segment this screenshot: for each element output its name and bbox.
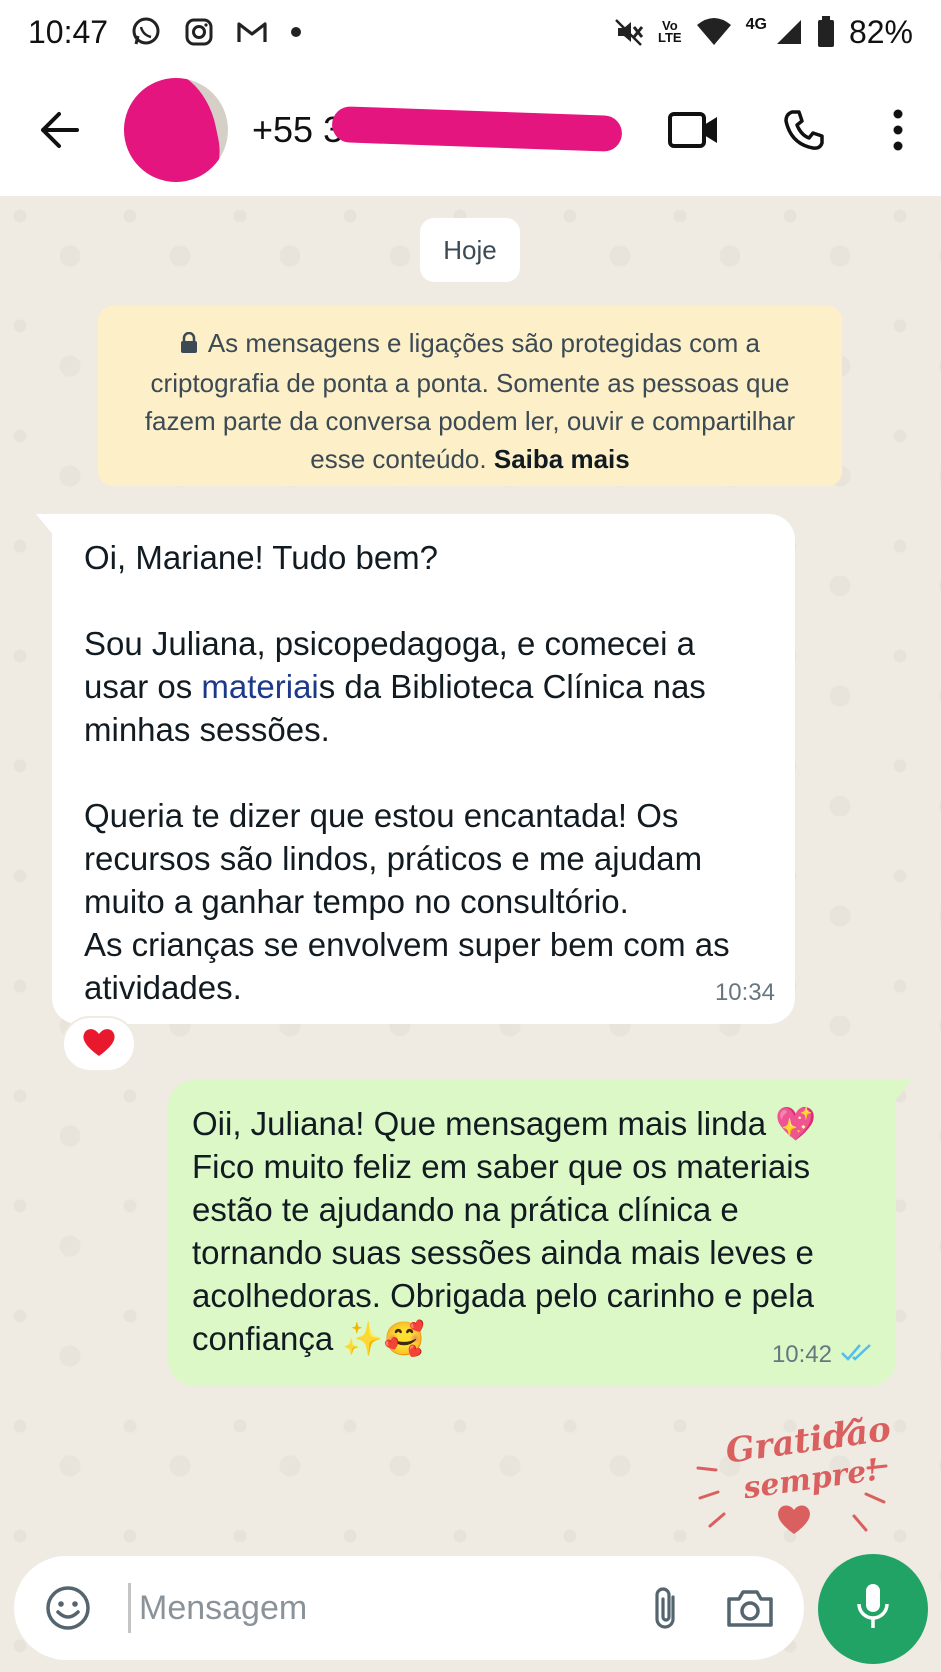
- contact-name[interactable]: +55 31 9 8763-1521: [252, 105, 623, 153]
- message-line: Oii, Juliana! Que mensagem mais linda 💖: [192, 1105, 817, 1142]
- message-time: 10:34: [714, 979, 775, 1006]
- lock-icon: [180, 326, 198, 364]
- message-meta: 10:42: [772, 1333, 874, 1376]
- mute-icon: [614, 17, 644, 47]
- avatar-redaction: [124, 78, 228, 182]
- battery-percent: 82%: [848, 13, 913, 50]
- message-input[interactable]: [139, 1588, 634, 1628]
- instagram-notification-icon: [184, 17, 214, 47]
- whatsapp-notification-icon: [130, 16, 162, 48]
- date-chip: Hoje: [420, 218, 520, 282]
- video-call-icon[interactable]: [659, 95, 729, 165]
- learn-more-link[interactable]: Saiba mais: [494, 444, 630, 474]
- avatar[interactable]: [124, 78, 228, 182]
- phone-icon[interactable]: [769, 95, 839, 165]
- encryption-notice[interactable]: As mensagens e ligações são protegidas c…: [98, 306, 842, 486]
- message-composer: [14, 1556, 804, 1660]
- message-paragraph: Queria te dizer que estou encantada! Os …: [84, 797, 730, 1006]
- battery-icon: [817, 16, 835, 48]
- status-time: 10:47: [28, 13, 109, 50]
- more-options-icon[interactable]: [863, 95, 933, 165]
- read-ticks-icon: [840, 1333, 874, 1376]
- sticker[interactable]: Gratidão sempre!: [690, 1398, 896, 1548]
- message-line: Fico muito feliz em saber que os materia…: [192, 1148, 814, 1357]
- attach-icon[interactable]: [634, 1576, 698, 1640]
- emoji-icon[interactable]: [36, 1576, 100, 1640]
- text-cursor: [128, 1583, 131, 1633]
- reaction-badge[interactable]: [62, 1016, 136, 1072]
- microphone-icon: [856, 1582, 890, 1637]
- network-type-label: 4G: [745, 15, 767, 33]
- gmail-notification-icon: [236, 19, 268, 45]
- encryption-notice-text: As mensagens e ligações são protegidas c…: [144, 328, 796, 474]
- message-greeting: Oi, Mariane! Tudo bem?: [84, 539, 439, 576]
- volte-indicator: Vo LTE: [658, 18, 682, 45]
- wifi-icon: [696, 17, 732, 47]
- chat-area[interactable]: Hoje As mensagens e ligações são protegi…: [0, 196, 941, 1672]
- message-time: 10:42: [771, 1341, 832, 1368]
- heart-icon: [778, 1505, 810, 1534]
- status-bar: 10:47 Vo LTE 4G 82%: [0, 0, 941, 64]
- outgoing-message[interactable]: Oii, Juliana! Que mensagem mais linda 💖 …: [168, 1080, 912, 1386]
- highlighted-word: materiai: [201, 668, 319, 705]
- camera-icon[interactable]: [718, 1576, 782, 1640]
- signal-icon: [775, 18, 803, 46]
- notification-dot-icon: [290, 26, 302, 38]
- chat-header: +55 31 9 8763-1521: [0, 64, 941, 196]
- back-arrow-icon[interactable]: [24, 95, 94, 165]
- voice-message-button[interactable]: [818, 1554, 928, 1664]
- heart-reaction-icon: [81, 1026, 117, 1063]
- message-paragraph: Sou Juliana, psicopedagoga, e comecei a …: [84, 625, 706, 748]
- incoming-message[interactable]: Oi, Mariane! Tudo bem? Sou Juliana, psic…: [36, 514, 795, 1024]
